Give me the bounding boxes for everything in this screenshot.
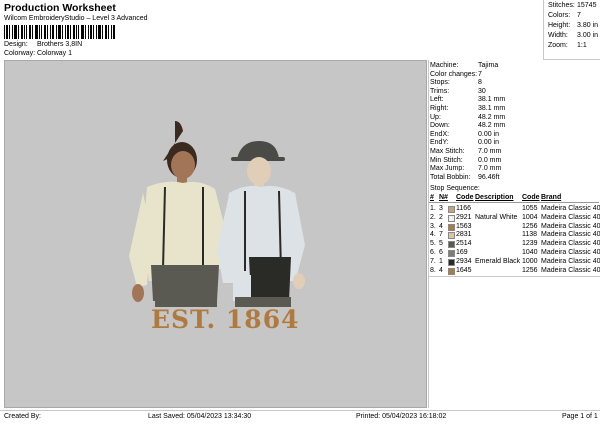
design-stats: Stitches: 15745 Colors: 7 Height: 3.80 in W…: [543, 0, 600, 60]
barcode-image: [4, 25, 115, 39]
info-row-minstitch: Min Stitch: 0.0 mm: [430, 156, 502, 164]
page-number: Page 1 of 1: [562, 413, 598, 420]
info-row-maxstitch: Max Stitch: 7.0 mm: [430, 148, 502, 155]
software-subtitle: Wilcom EmbroideryStudio – Level 3 Advanc…: [4, 15, 148, 22]
info-row-up: Up: 48.2 mm: [430, 113, 506, 121]
stop-sequence-row: 3. 4 1563 1256 Madeira Classic 40: [430, 222, 600, 231]
embroidery-figures-image: [129, 121, 305, 307]
thread-color-swatch: [448, 214, 455, 222]
design-name: Brothers 3,8IN: [37, 41, 83, 48]
info-row-colorchanges: Color changes:7: [430, 70, 482, 78]
thread-color-swatch: [448, 206, 455, 213]
stop-sequence-row: 6. 6 169 1040 Madeira Classic 40: [430, 249, 600, 257]
thread-color-swatch: [448, 267, 455, 275]
machine-info-panel: Machine: Tajima Color changes:7 Stops: 8 Trim…: [428, 60, 600, 408]
design-name-row: Design: Brothers 3,8IN: [4, 41, 83, 48]
est-1864-text: EST. 1864: [151, 305, 300, 334]
stop-sequence-title: Stop Sequence:: [430, 185, 480, 192]
stat-zoom: Zoom: 1:1: [548, 42, 587, 49]
info-row-down: Down: 48.2 mm: [430, 122, 506, 130]
info-row-totalbobbin: Total Bobbin: 96.46ft: [430, 173, 500, 181]
thread-color-swatch: [448, 223, 455, 231]
info-row-right: Right: 38.1 mm: [430, 105, 506, 112]
stat-width: Width: 3.00 in: [548, 32, 599, 39]
stat-stitches: Stitches: 15745: [548, 2, 597, 9]
stop-sequence-row: 1. 3 1166 1055 Madeira Classic 40: [430, 205, 600, 213]
info-row-maxjump: Max Jump: 7.0 mm: [430, 165, 502, 173]
stop-sequence-row: 2. 2 2921 Natural White 1004 Madeira Classic …: [430, 213, 600, 222]
printed-date: Printed: 05/04/2023 16:18:02: [356, 413, 447, 420]
page-title: Production Worksheet: [4, 2, 116, 14]
stop-sequence-row: 4. 7 2831 1138 Madeira Classic 40: [430, 231, 600, 240]
stop-sequence-row: 5. 5 2514 1239 Madeira Classic 40: [430, 240, 600, 249]
info-row-machine: Machine: Tajima: [430, 62, 499, 69]
thread-color-swatch: [448, 258, 455, 266]
info-row-endy: EndY: 0.00 in: [430, 139, 500, 147]
thread-color-swatch: [448, 250, 455, 257]
worksheet-footer: Created By: Last Saved: 05/04/2023 13:34…: [0, 410, 600, 424]
thread-color-swatch: [448, 241, 455, 249]
stop-sequence-row: 8. 4 1645 1256 Madeira Classic 40: [430, 266, 600, 275]
colorway-name: Colorway 1: [37, 50, 73, 57]
last-saved: Last Saved: 05/04/2023 13:34:30: [148, 413, 252, 420]
thread-color-swatch: [448, 232, 455, 240]
info-row-left: Left: 38.1 mm: [430, 96, 506, 104]
info-row-endx: EndX: 0.00 in: [430, 130, 500, 138]
stop-sequence-row: 7. 1 2934 Emerald Black 1000 Madeira Classic …: [430, 257, 600, 266]
stat-height: Height: 3.80 in: [548, 22, 599, 29]
worksheet-header: Production Worksheet Wilcom EmbroiderySt…: [0, 0, 543, 60]
info-row-stops: Stops: 8: [430, 79, 482, 87]
colorway-row: Colorway: Colorway 1: [4, 50, 73, 57]
stop-sequence-header: # N# Code Description Code Brand: [429, 194, 599, 203]
design-preview: EST. 1864: [4, 60, 427, 408]
stat-colors: Colors: 7: [548, 12, 581, 19]
stop-sequence-divider: [429, 276, 600, 277]
created-by: Created By:: [4, 413, 41, 420]
info-row-trims: Trims: 30: [430, 87, 486, 95]
